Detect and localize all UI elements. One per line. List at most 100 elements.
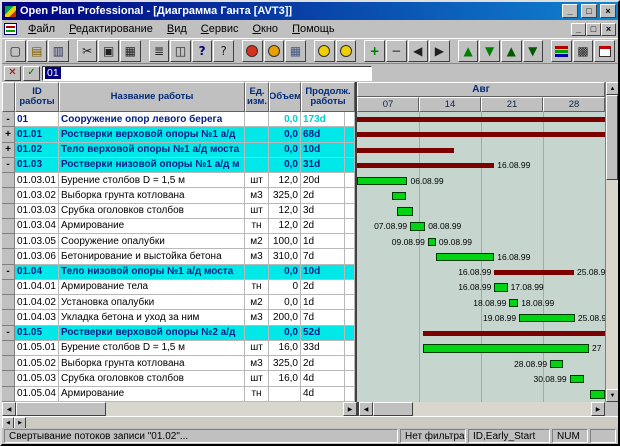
menu-file[interactable]: Файл (21, 22, 62, 36)
cell-duration[interactable]: 10d (301, 143, 345, 158)
cell-name[interactable]: Бурение столбов D = 1,5 м (59, 173, 245, 188)
gantt-summary-bar[interactable] (357, 117, 605, 122)
cell-name[interactable]: Бурение столбов D = 1,5 м (59, 341, 245, 356)
cell-unit[interactable] (245, 158, 269, 173)
cell-name[interactable]: Сооружение опалубки (59, 234, 245, 249)
edit-input[interactable]: 01 (42, 66, 372, 81)
cell-collapse-marker[interactable] (2, 234, 15, 249)
maximize-button[interactable]: □ (581, 4, 597, 18)
table-row-01.04.03[interactable]: 01.04.03Укладка бетона и уход за нимм320… (2, 310, 355, 325)
accept-edit-button[interactable]: ✓ (23, 66, 40, 81)
cell-collapse-marker[interactable] (2, 387, 15, 402)
table-row-01.03.05[interactable]: 01.03.05Сооружение опалубким2100,01d (2, 234, 355, 249)
cell-duration[interactable]: 1d (301, 295, 345, 310)
cell-duration[interactable]: 7d (301, 249, 345, 264)
cell-name[interactable]: Срубка оголовков столбов (59, 204, 245, 219)
timescale-week-label[interactable]: 21 (481, 97, 543, 112)
open-button[interactable]: ▤ (27, 40, 48, 62)
header-volume[interactable]: Объем (269, 82, 301, 112)
cell-id[interactable]: 01.05.01 (15, 341, 59, 356)
cell-duration[interactable]: 2d (301, 188, 345, 203)
delete-activity-button[interactable]: − (386, 40, 407, 62)
context-help-button[interactable]: ? (213, 40, 234, 62)
table-row-01.03[interactable]: -01.03Ростверки низовой опоры №1 а/д м0,… (2, 158, 355, 173)
cell-id[interactable]: 01.03.03 (15, 204, 59, 219)
cell-name[interactable]: Армирование (59, 219, 245, 234)
indent-button[interactable]: ▶ (429, 40, 450, 62)
child-restore-button[interactable]: □ (586, 23, 601, 36)
child-window-icon[interactable] (4, 23, 17, 35)
cell-volume[interactable]: 0,0 (269, 112, 301, 127)
header-duration[interactable]: Продолж. работы (301, 82, 355, 112)
cell-name[interactable]: Выборка грунта котлована (59, 356, 245, 371)
cell-id[interactable]: 01.03.02 (15, 188, 59, 203)
cell-volume[interactable]: 310,0 (269, 249, 301, 264)
cell-volume[interactable]: 200,0 (269, 310, 301, 325)
cell-id[interactable]: 01.01 (15, 127, 59, 142)
cell-volume[interactable]: 0,0 (269, 158, 301, 173)
cell-collapse-marker[interactable]: + (2, 143, 15, 158)
cell-unit[interactable] (245, 326, 269, 341)
table-row-01.05.02[interactable]: 01.05.02Выборка грунта котлованам3325,02… (2, 356, 355, 371)
cell-unit[interactable] (245, 143, 269, 158)
resource-button[interactable]: ▦ (285, 40, 306, 62)
cell-name[interactable]: Выборка грунта котлована (59, 188, 245, 203)
gantt-summary-bar[interactable] (494, 270, 574, 275)
cell-volume[interactable]: 325,0 (269, 356, 301, 371)
table-row-01.03.03[interactable]: 01.03.03Срубка оголовков столбовшт12,03d (2, 204, 355, 219)
cell-unit[interactable]: м3 (245, 356, 269, 371)
cell-duration[interactable]: 3d (301, 204, 345, 219)
cell-id[interactable]: 01.04 (15, 265, 59, 280)
cell-name[interactable]: Сооружение опор левого берега (59, 112, 245, 127)
paste-button[interactable]: ▦ (120, 40, 141, 62)
cell-id[interactable]: 01.02 (15, 143, 59, 158)
spreadsheet-view-button[interactable]: ▩ (573, 40, 594, 62)
cell-duration[interactable]: 4d (301, 387, 345, 402)
cell-id[interactable]: 01.04.03 (15, 310, 59, 325)
scroll-up-button[interactable]: ▲ (606, 82, 618, 95)
cell-id[interactable]: 01.03 (15, 158, 59, 173)
gantt-task-bar[interactable] (423, 344, 589, 353)
cell-name[interactable]: Тело верховой опоры №1 а/д моста (59, 143, 245, 158)
cell-volume[interactable]: 16,0 (269, 341, 301, 356)
gantt-task-bar[interactable] (494, 283, 507, 292)
cell-id[interactable]: 01.04.02 (15, 295, 59, 310)
cell-unit[interactable]: м3 (245, 188, 269, 203)
gantt-task-bar[interactable] (397, 207, 413, 216)
clock-back-button[interactable] (336, 40, 357, 62)
table-row-01.04.01[interactable]: 01.04.01Армирование телатн02d (2, 280, 355, 295)
cell-duration[interactable]: 2d (301, 280, 345, 295)
gantt-scroll-track[interactable] (373, 402, 591, 416)
move-up-button[interactable]: ▲ (458, 40, 479, 62)
cell-name[interactable]: Установка опалубки (59, 295, 245, 310)
cell-collapse-marker[interactable]: - (2, 158, 15, 173)
cell-unit[interactable] (245, 127, 269, 142)
outdent-button[interactable]: ◀ (408, 40, 429, 62)
header-unit[interactable]: Ед. изм. (245, 82, 269, 112)
gantt-summary-bar[interactable] (423, 331, 605, 336)
menu-view[interactable]: Вид (160, 22, 194, 36)
cell-id[interactable]: 01.03.06 (15, 249, 59, 264)
child-minimize-button[interactable]: _ (571, 23, 586, 36)
gantt-task-bar[interactable] (509, 299, 518, 308)
cell-volume[interactable]: 0,0 (269, 326, 301, 341)
gantt-scroll-left-button[interactable]: ◀ (359, 402, 373, 416)
cell-unit[interactable]: шт (245, 173, 269, 188)
cell-duration[interactable]: 7d (301, 310, 345, 325)
cell-volume[interactable]: 12,0 (269, 173, 301, 188)
timescale-week-label[interactable]: 07 (357, 97, 419, 112)
save-button[interactable]: ▥ (48, 40, 69, 62)
cell-collapse-marker[interactable] (2, 204, 15, 219)
cell-collapse-marker[interactable] (2, 219, 15, 234)
clock-forward-button[interactable] (314, 40, 335, 62)
gantt-task-bar[interactable] (392, 192, 405, 201)
child-close-button[interactable]: × (601, 23, 616, 36)
cell-collapse-marker[interactable] (2, 295, 15, 310)
cell-volume[interactable]: 100,0 (269, 234, 301, 249)
table-hscrollbar[interactable]: ◀ ▶ (2, 402, 357, 416)
cell-unit[interactable]: шт (245, 371, 269, 386)
cell-name[interactable]: Тело низовой опоры №1 а/д моста (59, 265, 245, 280)
table-scroll-right-button[interactable]: ▶ (343, 402, 357, 416)
cell-name[interactable]: Укладка бетона и уход за ним (59, 310, 245, 325)
table-scroll-thumb[interactable] (16, 402, 106, 416)
